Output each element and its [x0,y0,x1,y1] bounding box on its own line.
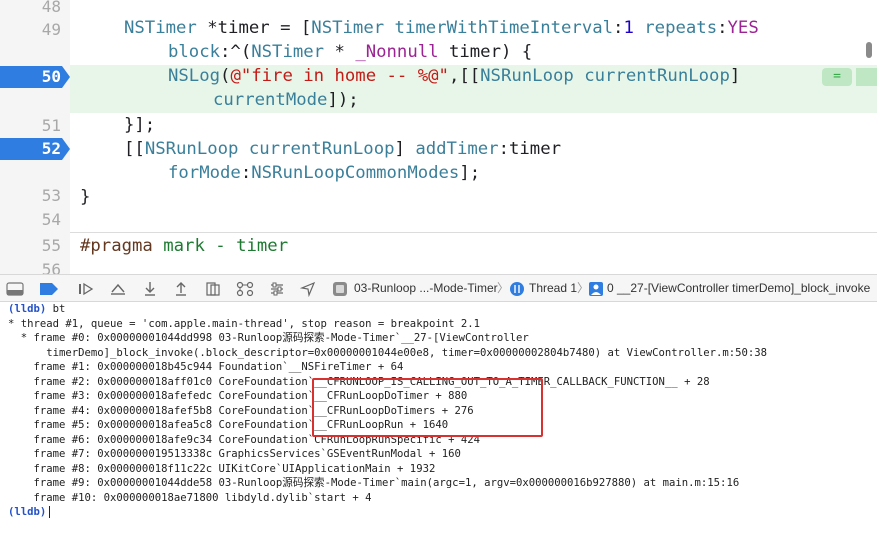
thread-icon-wrapper [506,279,528,299]
lldb-prompt: (lldb) [8,506,47,518]
line-number: 49 [41,20,61,39]
code-line-53[interactable]: } [80,185,90,209]
code-editor[interactable]: 48 49 50 51 52 53 54 55 56 NSTimer *time… [0,0,877,274]
debug-bar: 03-Runloop ...-Mode-Timer 〉 Thread 1 〉 0… [0,274,877,302]
step-over-button[interactable] [107,279,129,299]
hide-debug-area-button[interactable] [4,279,26,299]
console-line: frame #7: 0x000000019513338c GraphicsSer… [8,448,461,460]
scrollbar-thumb[interactable] [866,42,872,58]
console-line: frame #10: 0x000000018ae71800 libdyld.dy… [8,492,372,504]
simulate-location-button[interactable] [297,279,319,299]
step-over-icon [111,283,125,295]
line-number: 51 [41,116,61,135]
code-line-55[interactable]: #pragma mark - timer [80,234,288,258]
step-into-icon [145,282,155,296]
annotation-highlight-box [312,378,543,437]
line-number: 56 [41,260,61,274]
step-out-button[interactable] [170,279,192,299]
sliders-icon [271,282,283,296]
line-number-gutter[interactable] [0,0,70,274]
console-line: timerDemo]_block_invoke(.block_descripto… [8,347,767,359]
debug-area-icon [6,282,24,296]
console-line: frame #1: 0x000000018b45c944 Foundation`… [8,361,404,373]
code-line-49a[interactable]: NSTimer *timer = [NSTimer timerWithTimeI… [124,16,759,40]
console-input-line[interactable]: (lldb) [8,505,51,519]
view-hierarchy-icon [206,282,220,296]
console-line: frame #9: 0x00000001044dde58 03-Runloop源… [8,477,740,489]
change-bar [856,68,877,86]
line-number: 53 [41,186,61,205]
code-line-50a[interactable]: NSLog(@"fire in home -- %@",[[NSRunLoop … [168,64,740,88]
code-line-52a[interactable]: [[NSRunLoop currentRunLoop] addTimer:tim… [124,137,561,161]
code-line-49b[interactable]: block:^(NSTimer * _Nonnull timer) { [168,40,532,64]
console-line: frame #8: 0x000000018f11c22c UIKitCore`U… [8,463,436,475]
memory-graph-icon [236,281,254,297]
person-frame-icon [589,282,603,296]
breakpoints-toggle-button[interactable] [38,279,60,299]
breakpoint-line-50[interactable]: 50 [0,66,70,88]
text-caret [49,506,51,518]
step-into-button[interactable] [139,279,161,299]
debug-view-hierarchy-button[interactable] [202,279,224,299]
app-target-icon [333,282,347,296]
breakpoint-line-52[interactable]: 52 [0,138,70,160]
target-icon-button[interactable] [329,279,351,299]
debug-memory-graph-button[interactable] [234,279,256,299]
code-line-50b[interactable]: currentMode]); [213,88,359,112]
console-line: * frame #0: 0x00000001044dd998 03-Runloo… [8,332,529,344]
code-line-52b[interactable]: forMode:NSRunLoopCommonModes]; [168,161,480,185]
environment-overrides-button[interactable] [266,279,288,299]
console-line: (lldb) bt [8,303,66,315]
line-number: 52 [41,139,61,158]
breakpoint-toggle-icon [40,283,58,295]
frame-icon-wrapper [585,279,607,299]
crumb-thread[interactable]: Thread 1 [529,275,577,301]
location-arrow-icon [300,281,316,297]
lldb-prompt: (lldb) [8,303,47,315]
continue-button[interactable] [75,279,97,299]
source-control-change-indicator[interactable]: = [822,68,852,86]
crumb-frame[interactable]: 0 __27-[ViewController timerDemo]_block_… [607,275,870,301]
line-number: 54 [41,210,61,229]
continue-icon [79,282,94,296]
line-number: 48 [41,0,61,16]
console-line: * thread #1, queue = 'com.apple.main-thr… [8,318,480,330]
thread-icon [510,282,524,296]
step-out-icon [176,282,186,296]
line-number: 55 [41,236,61,255]
code-line-51[interactable]: }]; [124,113,155,137]
pragma-mark-divider [70,232,877,233]
line-number: 50 [41,67,61,86]
crumb-target[interactable]: 03-Runloop ...-Mode-Timer [354,275,498,301]
